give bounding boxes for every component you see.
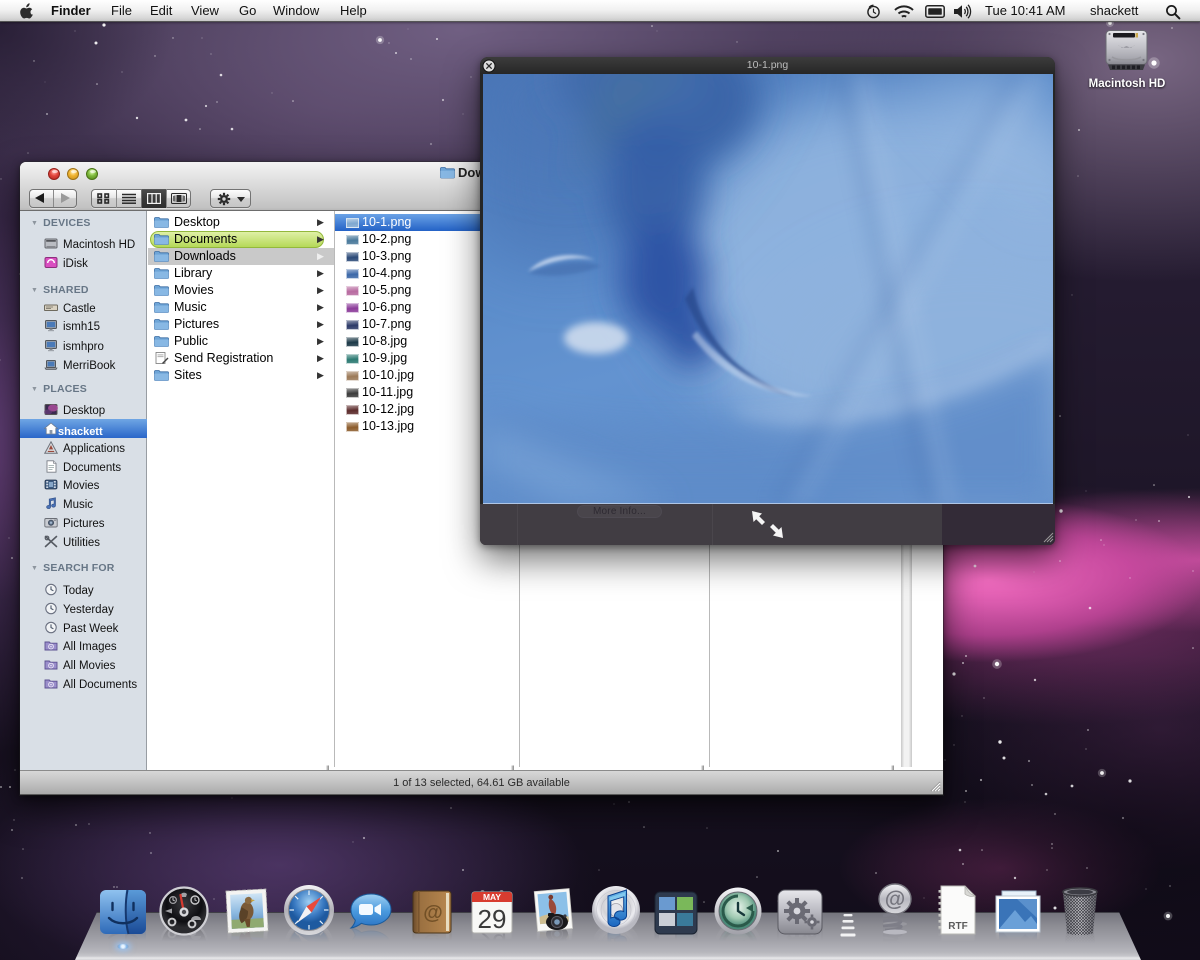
svg-text:29: 29 — [478, 904, 507, 934]
svg-text:MAY: MAY — [483, 892, 501, 902]
svg-text:@: @ — [885, 888, 905, 911]
svg-text:@: @ — [423, 902, 443, 924]
svg-text:RTF: RTF — [948, 921, 967, 932]
